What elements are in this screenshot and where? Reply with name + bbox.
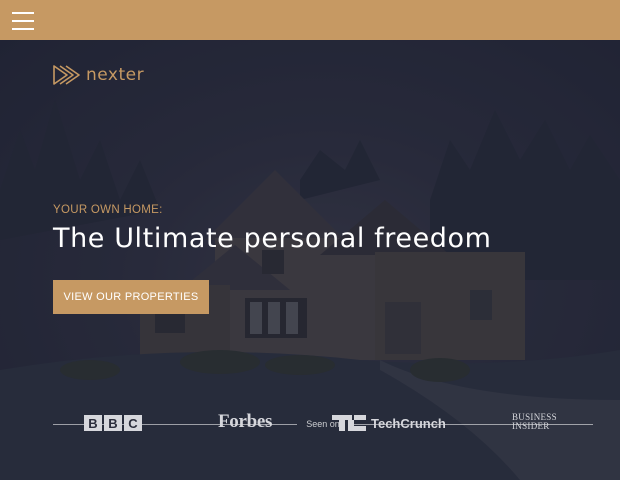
- hamburger-menu-icon[interactable]: [12, 10, 34, 32]
- forbes-logo: Forbes: [218, 411, 273, 432]
- top-bar: [0, 0, 620, 40]
- bbc-letter: C: [124, 415, 142, 431]
- triple-play-arrow-icon: [53, 65, 80, 85]
- bbc-logo: B B C: [84, 410, 144, 436]
- bbc-letter: B: [84, 415, 102, 431]
- menu-line: [12, 12, 34, 14]
- business-insider-logo: BUSINESS INSIDER: [512, 413, 557, 439]
- hero-heading: The Ultimate personal freedom: [53, 223, 492, 254]
- menu-line: [12, 28, 34, 30]
- techcrunch-mark-icon: [332, 415, 366, 431]
- bbc-letter: B: [104, 415, 122, 431]
- business-insider-line: INSIDER: [512, 421, 550, 431]
- techcrunch-logo: TechCrunch: [332, 410, 446, 436]
- view-properties-button[interactable]: VIEW OUR PROPERTIES: [53, 280, 209, 314]
- site-logo[interactable]: nexter: [53, 65, 144, 85]
- menu-line: [12, 20, 34, 22]
- hero-subheading: YOUR OWN HOME:: [53, 204, 163, 216]
- hero-section: nexter YOUR OWN HOME: The Ultimate perso…: [0, 40, 620, 480]
- techcrunch-wordmark: TechCrunch: [371, 415, 446, 431]
- logo-text: nexter: [86, 65, 145, 85]
